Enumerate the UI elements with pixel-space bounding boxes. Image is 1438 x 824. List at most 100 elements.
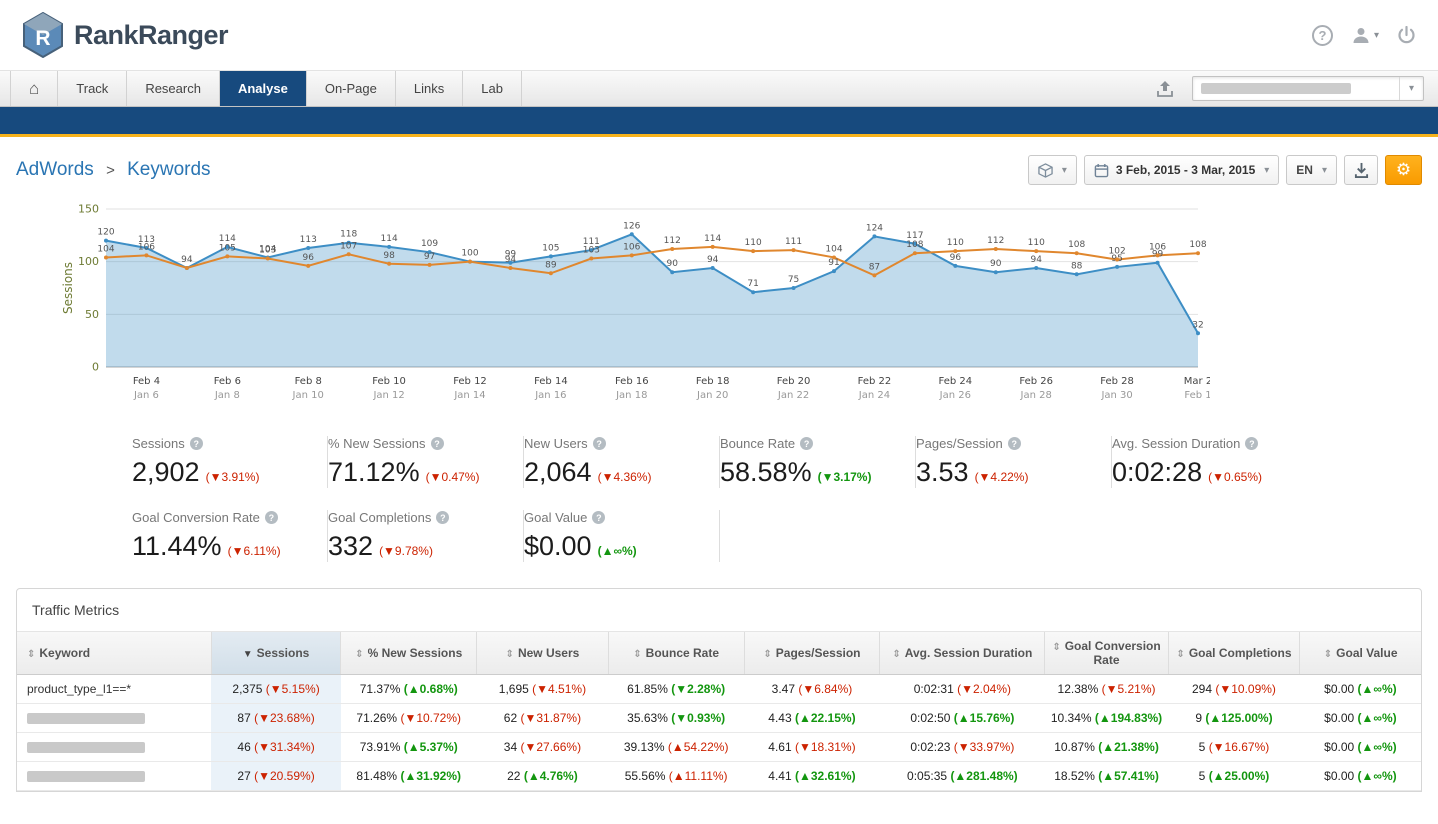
change-indicator: (▼18.31%)	[795, 740, 856, 754]
column-header-goal-value[interactable]: ⇕Goal Value	[1300, 632, 1421, 675]
change-indicator: (▼3.17%)	[818, 470, 872, 484]
share-button[interactable]	[1156, 80, 1176, 98]
help-badge-icon[interactable]: ?	[593, 437, 606, 450]
svg-text:Jan 30: Jan 30	[1100, 390, 1132, 401]
date-range-picker[interactable]: 3 Feb, 2015 - 3 Mar, 2015 ▾	[1084, 155, 1279, 185]
metric-card-bounce-rate: Bounce Rate?58.58%(▼3.17%)	[720, 436, 916, 488]
user-menu[interactable]: ▾	[1351, 25, 1379, 45]
column-header-goal-completions[interactable]: ⇕Goal Completions	[1168, 632, 1300, 675]
column-header-avg-session-duration[interactable]: ⇕Avg. Session Duration	[880, 632, 1045, 675]
svg-text:Jan 28: Jan 28	[1020, 390, 1052, 401]
breadcrumb-section[interactable]: AdWords	[16, 159, 94, 180]
metric-cell: 4.43 (▲22.15%)	[744, 704, 880, 733]
column-header-new-users[interactable]: ⇕New Users	[477, 632, 609, 675]
keyword-cell[interactable]	[17, 762, 211, 791]
view-type-dropdown[interactable]: ▾	[1028, 155, 1077, 185]
help-icon[interactable]: ?	[1312, 25, 1333, 46]
svg-text:106: 106	[138, 242, 155, 252]
cell-value: 0:02:23	[910, 740, 950, 754]
svg-text:Jan 18: Jan 18	[615, 390, 647, 401]
cell-value: 0:02:31	[914, 682, 954, 696]
column-label: Goal Completions	[1189, 646, 1292, 660]
tab-on-page[interactable]: On-Page	[307, 71, 396, 106]
column-label: Keyword	[39, 646, 90, 660]
column-label: Goal Conversion Rate	[1065, 639, 1161, 667]
metric-cell: 71.26% (▼10.72%)	[341, 704, 477, 733]
logout-button[interactable]	[1397, 26, 1416, 45]
help-badge-icon[interactable]: ?	[1245, 437, 1258, 450]
metric-value: 3.53(▼4.22%)	[916, 457, 1097, 488]
help-badge-icon[interactable]: ?	[265, 511, 278, 524]
calendar-icon	[1094, 163, 1109, 178]
metric-cell: 71.37% (▲0.68%)	[341, 675, 477, 704]
svg-text:71: 71	[747, 279, 758, 289]
svg-text:107: 107	[340, 241, 357, 251]
sort-icon: ⇕	[763, 649, 771, 660]
svg-text:109: 109	[421, 239, 438, 249]
column-header-sessions[interactable]: ▼Sessions	[211, 632, 341, 675]
cell-value: 22	[507, 769, 520, 783]
tab-lab[interactable]: Lab	[463, 71, 522, 106]
keyword-cell[interactable]	[17, 704, 211, 733]
tab-home[interactable]: ⌂	[10, 71, 58, 106]
change-indicator: (▼33.97%)	[954, 740, 1015, 754]
change-indicator: (▼10.09%)	[1215, 682, 1276, 696]
brand-name-part2: Ranger	[138, 20, 228, 50]
cell-value: 1,695	[499, 682, 529, 696]
column-header-keyword[interactable]: ⇕Keyword	[17, 632, 211, 675]
metric-title: Sessions?	[132, 436, 313, 451]
svg-text:Feb 12: Feb 12	[453, 376, 487, 387]
svg-text:150: 150	[78, 203, 99, 216]
tab-links[interactable]: Links	[396, 71, 463, 106]
cell-value: 5	[1199, 740, 1206, 754]
power-icon	[1397, 26, 1416, 45]
breadcrumb-page[interactable]: Keywords	[127, 159, 210, 180]
tab-track[interactable]: Track	[58, 71, 127, 106]
change-indicator: (▼5.15%)	[266, 682, 320, 696]
dropdown-caret[interactable]: ▾	[1399, 77, 1423, 100]
svg-text:Feb 18: Feb 18	[696, 376, 730, 387]
change-indicator: (▲5.37%)	[404, 740, 458, 754]
metric-card-goal-conversion-rate: Goal Conversion Rate?11.44%(▼6.11%)	[132, 510, 328, 562]
svg-text:Feb 26: Feb 26	[1019, 376, 1053, 387]
keyword-cell[interactable]: product_type_l1==*	[17, 675, 211, 704]
cell-value: 0:05:35	[907, 769, 947, 783]
help-badge-icon[interactable]: ?	[436, 511, 449, 524]
column-header-pages-session[interactable]: ⇕ Pages/Session	[744, 632, 880, 675]
svg-text:50: 50	[85, 308, 99, 321]
metric-cell: 39.13% (▲54.22%)	[608, 733, 744, 762]
help-badge-icon[interactable]: ?	[800, 437, 813, 450]
svg-text:112: 112	[664, 236, 681, 246]
tab-analyse[interactable]: Analyse	[220, 71, 307, 106]
download-icon	[1354, 162, 1369, 178]
cell-value: 73.91%	[360, 740, 401, 754]
tab-research[interactable]: Research	[127, 71, 220, 106]
metric-title-text: Goal Conversion Rate	[132, 510, 260, 525]
chevron-down-icon: ▾	[1409, 83, 1414, 94]
brand-name: RankRanger	[74, 20, 228, 51]
keyword-cell[interactable]	[17, 733, 211, 762]
cell-value: 55.56%	[625, 769, 666, 783]
help-badge-icon[interactable]: ?	[592, 511, 605, 524]
column-label: Pages/Session	[776, 646, 861, 660]
breadcrumb-separator: >	[106, 162, 115, 179]
brand-logo-icon: R	[22, 12, 64, 58]
change-indicator: (▲∞%)	[598, 544, 637, 558]
language-dropdown[interactable]: EN ▾	[1286, 155, 1337, 185]
report-selector-dropdown[interactable]: ▾	[1192, 76, 1424, 101]
brand-logo[interactable]: R RankRanger	[22, 12, 228, 58]
help-badge-icon[interactable]: ?	[431, 437, 444, 450]
settings-button[interactable]: ⚙	[1385, 155, 1422, 185]
download-button[interactable]	[1344, 155, 1378, 185]
column-header-goal-conversion-rate[interactable]: ⇕Goal Conversion Rate	[1045, 632, 1168, 675]
redacted-report-name	[1201, 83, 1351, 94]
traffic-metrics-table: ⇕Keyword▼Sessions⇕% New Sessions⇕New Use…	[17, 632, 1421, 791]
help-badge-icon[interactable]: ?	[1008, 437, 1021, 450]
help-badge-icon[interactable]: ?	[190, 437, 203, 450]
column-header-bounce-rate[interactable]: ⇕Bounce Rate	[608, 632, 744, 675]
column-header-new-sessions[interactable]: ⇕% New Sessions	[341, 632, 477, 675]
main-content: AdWords > Keywords ▾ 3 Feb, 2015 - 3 Mar…	[0, 155, 1438, 792]
svg-text:Jan 8: Jan 8	[214, 390, 240, 401]
metric-title-text: Goal Completions	[328, 510, 431, 525]
cell-value: 46	[237, 740, 250, 754]
